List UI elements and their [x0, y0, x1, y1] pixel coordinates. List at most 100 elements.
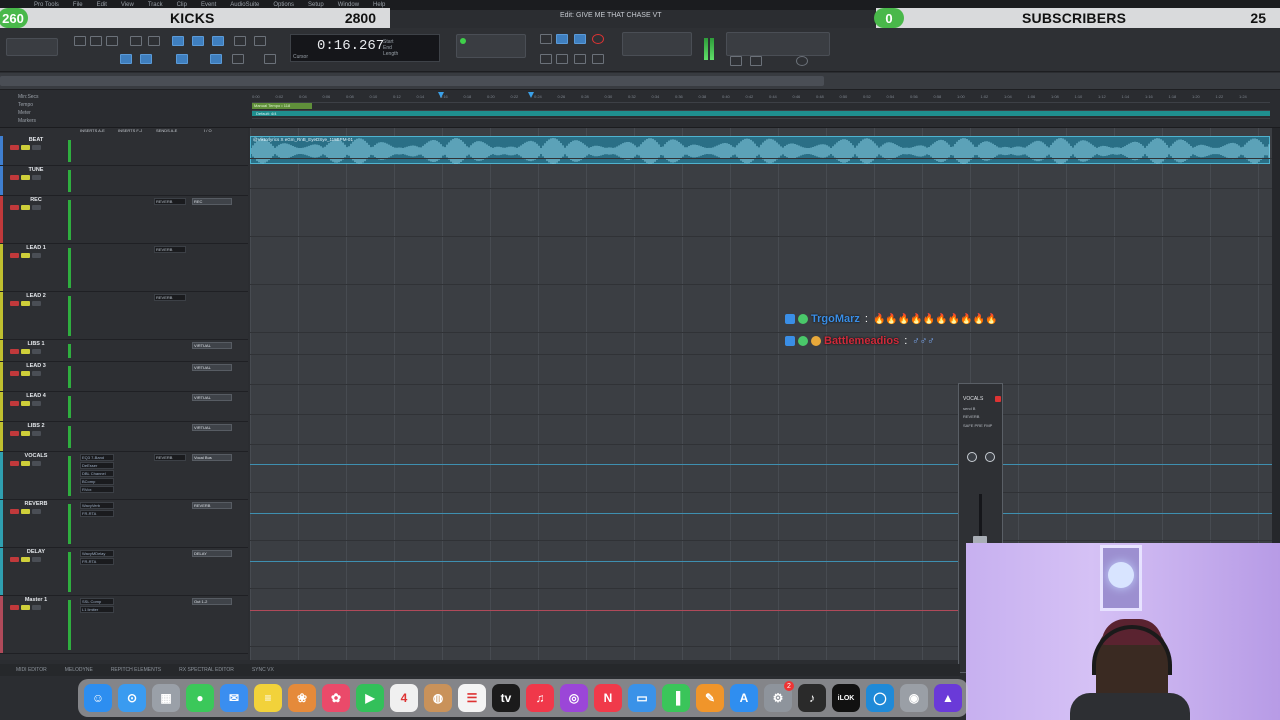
mute-button[interactable] — [32, 301, 41, 306]
solo-button[interactable] — [21, 349, 30, 354]
record-enable-button[interactable] — [10, 145, 19, 150]
track-libs-2[interactable]: LIBS 2 VIRTUAL — [0, 422, 248, 452]
insert-slot[interactable]: FR-RTA — [80, 558, 114, 565]
track-name[interactable]: TUNE — [14, 167, 58, 173]
send-slot[interactable]: REVERB — [154, 198, 186, 205]
record-icon[interactable] — [592, 34, 604, 44]
solo-button[interactable] — [21, 431, 30, 436]
mute-button[interactable] — [32, 509, 41, 514]
send-name[interactable]: send B — [963, 406, 975, 411]
link-track-icon[interactable] — [140, 54, 152, 64]
messages-icon[interactable]: ● — [186, 684, 214, 712]
main-counter[interactable]: 0:16.267 Start End Length Cursor — [290, 34, 440, 62]
zoom-out-icon[interactable] — [74, 36, 86, 46]
fast-forward-icon[interactable] — [556, 54, 568, 64]
editor-tab[interactable]: RX SPECTRAL EDITOR — [179, 667, 234, 673]
reminders-icon[interactable]: ☰ — [458, 684, 486, 712]
meter-ruler-event[interactable]: Default: 4/4 — [252, 111, 1270, 116]
send-options[interactable]: SAFE PRE FMP — [963, 423, 992, 428]
tempo-ruler-event[interactable]: Manual Tempo • 118 — [252, 103, 312, 109]
track-name[interactable]: LIBS 2 — [14, 423, 58, 429]
facetime-icon[interactable]: ▶ — [356, 684, 384, 712]
play-icon[interactable] — [574, 54, 586, 64]
minsecs-ruler[interactable]: 0:00 0:02 0:04 0:06 0:08 0:10 0:12 0:14 0:16 0:18… — [252, 94, 1270, 102]
search-icon[interactable] — [730, 56, 742, 66]
track-name[interactable]: Master 1 — [14, 597, 58, 603]
scrubber-tool-icon[interactable] — [234, 36, 246, 46]
mute-button[interactable] — [32, 145, 41, 150]
solo-button[interactable] — [21, 557, 30, 562]
photos-alt-icon[interactable]: ✿ — [322, 684, 350, 712]
record-enable-button[interactable] — [10, 349, 19, 354]
solo-button[interactable] — [21, 605, 30, 610]
insert-slot[interactable]: L1 limiter — [80, 606, 114, 613]
photos-icon[interactable]: ❀ — [288, 684, 316, 712]
insert-slot[interactable]: SSL Comp — [80, 598, 114, 605]
stop-icon[interactable] — [592, 54, 604, 64]
close-icon[interactable] — [995, 396, 1001, 402]
keynote-icon[interactable]: ▭ — [628, 684, 656, 712]
protools-icon[interactable]: ▲ — [934, 684, 962, 712]
track-name[interactable]: REVERB — [14, 501, 58, 507]
insert-slot[interactable]: WavyVerb — [80, 502, 114, 509]
record-enable-button[interactable] — [10, 401, 19, 406]
pan-knob-icon[interactable] — [985, 452, 995, 462]
solo-button[interactable] — [21, 205, 30, 210]
solo-button[interactable] — [21, 301, 30, 306]
editor-tab[interactable]: MIDI EDITOR — [16, 667, 47, 673]
insert-slot[interactable]: BComp — [80, 478, 114, 485]
mirror-midi-icon[interactable] — [232, 54, 244, 64]
mute-button[interactable] — [32, 205, 41, 210]
track-name[interactable]: LIBS 1 — [14, 341, 58, 347]
trim-tool-icon[interactable] — [130, 36, 142, 46]
solo-button[interactable] — [21, 401, 30, 406]
solo-button[interactable] — [21, 371, 30, 376]
track-name[interactable]: VOCALS — [14, 453, 58, 459]
send-slot[interactable]: REVERB — [154, 294, 186, 301]
track-lead-1[interactable]: LEAD 1 REVERB — [0, 244, 248, 292]
mute-button[interactable] — [32, 431, 41, 436]
universe-thumb[interactable] — [0, 76, 824, 86]
mute-button[interactable] — [32, 461, 41, 466]
editor-tab[interactable]: MELODYNE — [65, 667, 93, 673]
track-name[interactable]: LEAD 4 — [14, 393, 58, 399]
keyboard-focus-icon[interactable] — [264, 54, 276, 64]
mute-button[interactable] — [32, 371, 41, 376]
solo-button[interactable] — [21, 175, 30, 180]
insert-slot[interactable]: RVox — [80, 486, 114, 493]
podcasts-icon[interactable]: ◎ — [560, 684, 588, 712]
track-lead-4[interactable]: LEAD 4 VIRTUAL — [0, 392, 248, 422]
record-enable-button[interactable] — [10, 605, 19, 610]
track-name[interactable]: DELAY — [14, 549, 58, 555]
record-enable-button[interactable] — [10, 431, 19, 436]
disk-icon[interactable]: ◉ — [900, 684, 928, 712]
volume-automation-line[interactable] — [250, 513, 1272, 514]
track-name[interactable]: LEAD 3 — [14, 363, 58, 369]
send-destination[interactable]: REVERB — [963, 414, 979, 419]
zoomer-tool-icon[interactable] — [148, 36, 160, 46]
mute-button[interactable] — [32, 349, 41, 354]
finder-icon[interactable]: ☺ — [84, 684, 112, 712]
mute-button[interactable] — [32, 401, 41, 406]
zoom-in-icon[interactable] — [90, 36, 102, 46]
solo-button[interactable] — [21, 253, 30, 258]
track-tune[interactable]: TUNE — [0, 166, 248, 196]
io-slot[interactable]: REC — [192, 198, 232, 205]
track-lead-3[interactable]: LEAD 3 VIRTUAL — [0, 362, 248, 392]
io-slot[interactable]: DELAY — [192, 550, 232, 557]
tv-icon[interactable]: tv — [492, 684, 520, 712]
logic-icon[interactable]: ♪ — [798, 684, 826, 712]
contacts-icon[interactable]: ◍ — [424, 684, 452, 712]
track-master-1[interactable]: Master 1 SSL Comp L1 limiter Out 1-2 — [0, 596, 248, 654]
news-icon[interactable]: N — [594, 684, 622, 712]
track-reverb[interactable]: REVERB WavyVerb FR-RTA REVERB — [0, 500, 248, 548]
numbers-icon[interactable]: ▐ — [662, 684, 690, 712]
mute-button[interactable] — [32, 605, 41, 610]
insert-slot[interactable]: FR-RTA — [80, 510, 114, 517]
tab-to-transient-icon[interactable] — [210, 54, 222, 64]
track-vocals[interactable]: VOCALS EQ3 7-Band DeEsser DBL Channel BComp R… — [0, 452, 248, 500]
io-slot[interactable]: VIRTUAL — [192, 394, 232, 401]
tempo-display[interactable] — [456, 34, 526, 58]
record-enable-button[interactable] — [10, 205, 19, 210]
solo-button[interactable] — [21, 509, 30, 514]
